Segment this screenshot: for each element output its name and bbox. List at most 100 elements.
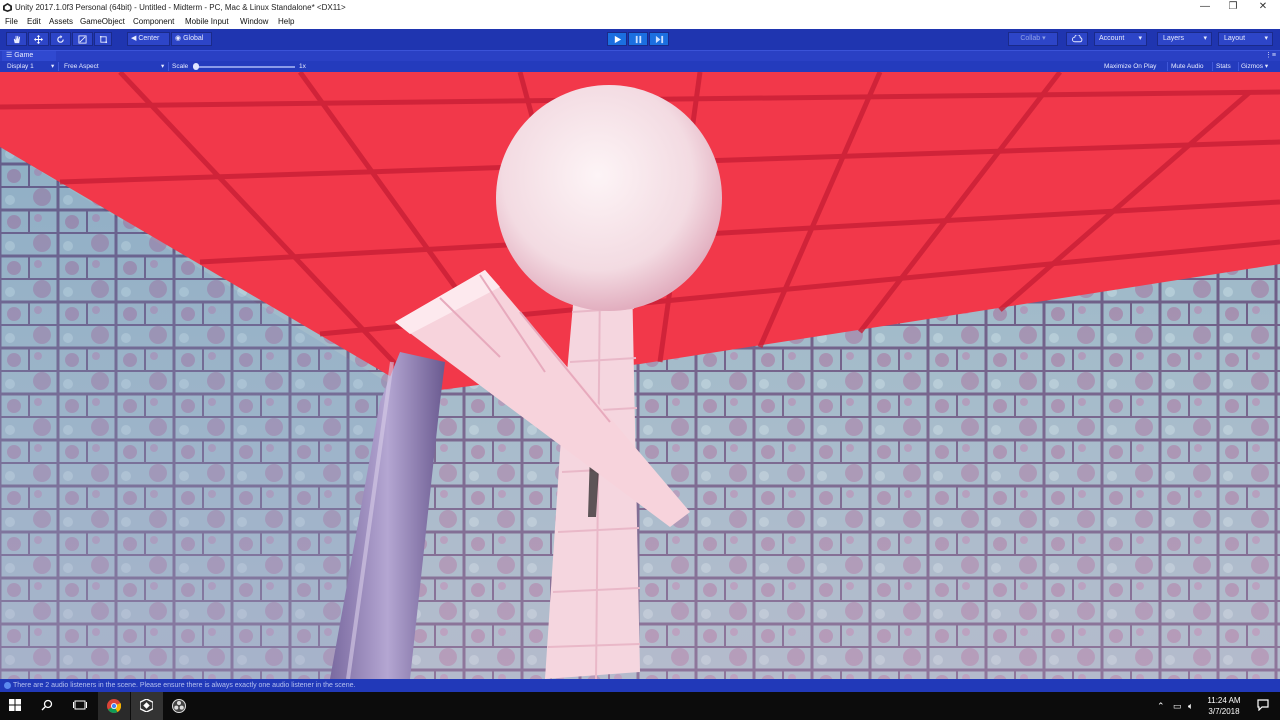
obs-taskbar-button[interactable] [163, 692, 195, 720]
maximize-button[interactable]: ❐ [1220, 0, 1246, 15]
scale-label: Scale [172, 63, 189, 70]
divider [1212, 62, 1213, 71]
pivot-label: Center [138, 35, 160, 42]
action-center-button[interactable] [1248, 692, 1280, 720]
game-view-controls: Display 1 ▾ Free Aspect ▾ Scale 1x Maxim… [0, 61, 1280, 72]
cloud-icon [1071, 35, 1082, 43]
window-title: Unity 2017.1.0f3 Personal (64bit) - Unti… [15, 3, 346, 12]
scale-value: 1x [299, 63, 306, 70]
aspect-dropdown[interactable]: Free Aspect [64, 61, 99, 72]
collab-button[interactable]: Collab ▾ [1008, 32, 1058, 46]
pivot-icon: ◀ [131, 35, 137, 42]
menu-help[interactable]: Help [278, 15, 294, 29]
game-scene-render [0, 72, 1280, 679]
task-view-button[interactable] [64, 692, 96, 720]
layers-label: Layers [1163, 35, 1185, 42]
play-icon [614, 35, 621, 44]
play-button[interactable] [607, 32, 627, 46]
tab-game-label: Game [14, 52, 34, 59]
gizmos-dropdown[interactable]: Gizmos ▾ [1241, 61, 1268, 72]
main-toolbar: ◀ Center ◉ Global Collab ▾ Account ▾ Laye… [0, 29, 1280, 50]
divider [1167, 62, 1168, 71]
chevron-up-icon[interactable]: ⌃ [1157, 701, 1165, 712]
account-label: Account [1099, 35, 1125, 42]
divider [58, 62, 59, 71]
rotate-icon [57, 35, 64, 43]
tab-menu-icon[interactable]: ⋮≡ [1265, 51, 1276, 61]
game-controller-icon: ☰ [6, 52, 13, 59]
pause-button[interactable] [628, 32, 648, 46]
search-icon [41, 699, 53, 711]
close-button[interactable]: ✕ [1250, 0, 1276, 15]
menu-edit[interactable]: Edit [27, 15, 41, 29]
scale-tool-button[interactable] [72, 32, 93, 46]
unity-icon [140, 699, 153, 712]
step-button[interactable] [649, 32, 669, 46]
figure-sphere-head [496, 85, 722, 311]
game-viewport[interactable] [0, 72, 1280, 679]
window-title-bar: Unity 2017.1.0f3 Personal (64bit) - Unti… [0, 0, 1280, 15]
menu-window[interactable]: Window [240, 15, 268, 29]
windows-taskbar: ⌃ ▭ 🔈︎ 11:24 AM 3/7/2018 [0, 692, 1280, 720]
hand-icon [13, 35, 21, 44]
divider [1238, 62, 1239, 71]
search-button[interactable] [32, 692, 64, 720]
menu-file[interactable]: File [5, 15, 18, 29]
notification-icon [1257, 699, 1269, 711]
scale-icon [78, 35, 87, 44]
start-button[interactable] [0, 692, 32, 720]
scale-slider-handle[interactable] [193, 63, 199, 70]
unity-logo-icon [3, 3, 12, 12]
pivot-toggle-button[interactable]: ◀ Center [127, 32, 170, 46]
divider [168, 62, 169, 71]
display-dropdown[interactable]: Display 1 [7, 61, 34, 72]
taskbar-clock[interactable]: 11:24 AM 3/7/2018 [1192, 695, 1256, 717]
obs-icon [172, 699, 186, 713]
menu-bar: File Edit Assets GameObject Component Mo… [0, 15, 1280, 29]
menu-gameobject[interactable]: GameObject [80, 15, 125, 29]
task-view-icon [73, 700, 87, 710]
network-icon[interactable]: ▭ [1173, 701, 1182, 712]
account-dropdown[interactable]: Account ▾ [1094, 32, 1147, 46]
chrome-taskbar-button[interactable] [98, 692, 130, 720]
console-status-bar[interactable]: There are 2 audio listeners in the scene… [0, 679, 1280, 692]
stats-toggle[interactable]: Stats [1216, 61, 1231, 72]
maximize-on-play-toggle[interactable]: Maximize On Play [1104, 61, 1156, 72]
clock-time: 11:24 AM [1207, 696, 1241, 705]
chevron-down-icon: ▾ [1203, 35, 1207, 42]
chevron-down-icon: ▾ [1264, 35, 1268, 42]
layout-dropdown[interactable]: Layout ▾ [1218, 32, 1273, 46]
game-tab-strip: ☰ Game ⋮≡ [0, 50, 1280, 61]
pause-icon [635, 35, 641, 44]
clock-date: 3/7/2018 [1208, 707, 1240, 716]
rotate-tool-button[interactable] [50, 32, 71, 46]
layout-label: Layout [1224, 35, 1246, 42]
hand-tool-button[interactable] [6, 32, 27, 46]
cloud-services-button[interactable] [1066, 32, 1088, 46]
scale-slider-track[interactable] [195, 66, 295, 68]
menu-component[interactable]: Component [133, 15, 174, 29]
info-icon [4, 682, 11, 689]
chevron-down-icon: ▾ [51, 63, 55, 70]
menu-mobile-input[interactable]: Mobile Input [185, 15, 229, 29]
step-icon [655, 35, 663, 44]
menu-assets[interactable]: Assets [49, 15, 73, 29]
globe-icon: ◉ [175, 35, 182, 42]
windows-logo-icon [9, 699, 21, 711]
space-toggle-button[interactable]: ◉ Global [171, 32, 212, 46]
rect-tool-button[interactable] [94, 32, 112, 46]
space-label: Global [183, 35, 204, 42]
chrome-icon [107, 699, 121, 713]
mute-audio-toggle[interactable]: Mute Audio [1171, 61, 1204, 72]
chevron-down-icon: ▾ [161, 63, 165, 70]
status-message: There are 2 audio listeners in the scene… [13, 682, 356, 689]
collab-label: Collab ▾ [1020, 35, 1046, 42]
move-arrows-icon [34, 35, 43, 44]
unity-taskbar-button[interactable] [131, 692, 163, 720]
chevron-down-icon: ▾ [1138, 35, 1142, 42]
tab-game[interactable]: ☰ Game [2, 51, 56, 61]
move-tool-button[interactable] [28, 32, 49, 46]
rect-transform-icon [99, 35, 107, 44]
minimize-button[interactable]: — [1192, 0, 1218, 15]
layers-dropdown[interactable]: Layers ▾ [1157, 32, 1212, 46]
